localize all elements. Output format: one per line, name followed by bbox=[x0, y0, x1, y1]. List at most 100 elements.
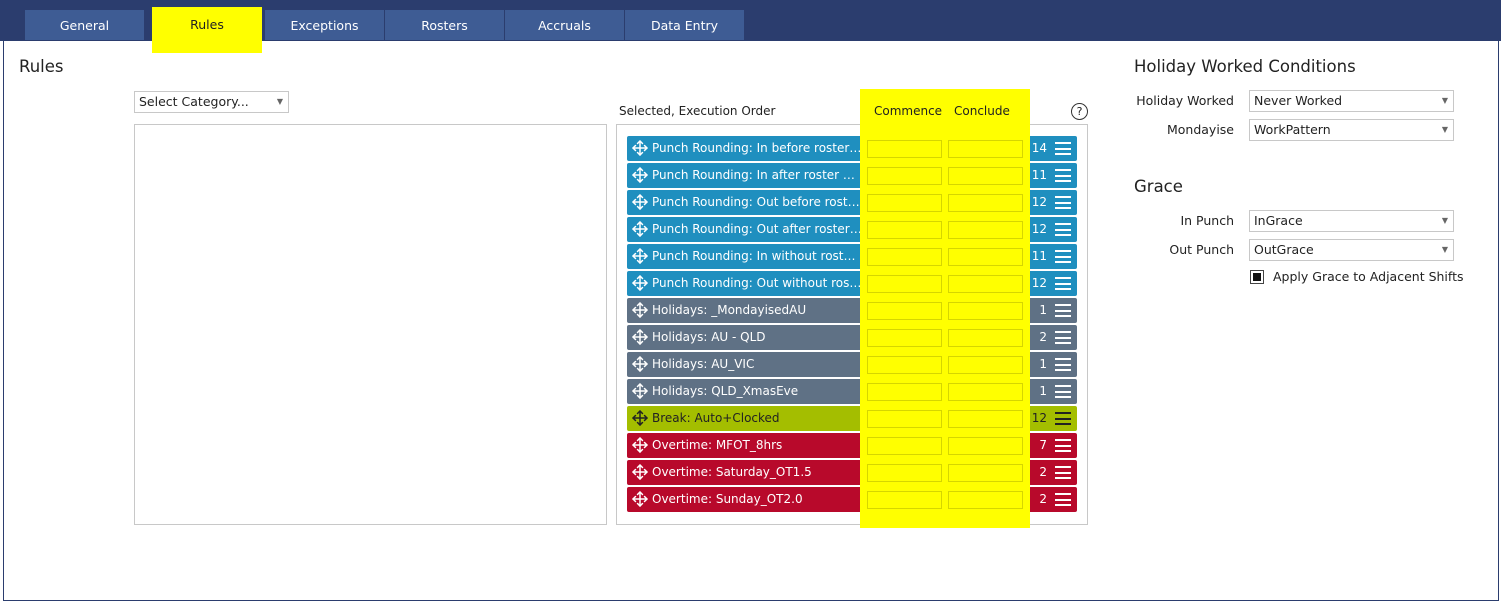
rules-title: Rules bbox=[19, 57, 64, 76]
tab-data-entry[interactable]: Data Entry bbox=[625, 10, 744, 40]
chevron-down-icon: ▼ bbox=[1441, 96, 1448, 105]
in-punch-label: In Punch bbox=[1180, 213, 1234, 228]
rule-row[interactable]: Overtime: Sunday_OT2.0 2 bbox=[627, 487, 1077, 512]
commence-input[interactable] bbox=[867, 194, 942, 212]
commence-input[interactable] bbox=[867, 491, 942, 509]
conclude-input[interactable] bbox=[948, 167, 1023, 185]
tab-exceptions[interactable]: Exceptions bbox=[265, 10, 384, 40]
hamburger-menu-icon[interactable] bbox=[1055, 196, 1071, 209]
drag-handle-icon[interactable] bbox=[631, 301, 649, 319]
conclude-input[interactable] bbox=[948, 383, 1023, 401]
holiday-worked-select[interactable]: Never Worked ▼ bbox=[1249, 90, 1454, 112]
tab-rosters[interactable]: Rosters bbox=[385, 10, 504, 40]
rule-count: 2 bbox=[1039, 330, 1047, 344]
conclude-input[interactable] bbox=[948, 329, 1023, 347]
hamburger-menu-icon[interactable] bbox=[1055, 466, 1071, 479]
rule-row[interactable]: Punch Rounding: Out after roster 6... 12 bbox=[627, 217, 1077, 242]
hamburger-menu-icon[interactable] bbox=[1055, 142, 1071, 155]
rule-name: Holidays: QLD_XmasEve bbox=[652, 384, 799, 398]
conclude-input[interactable] bbox=[948, 248, 1023, 266]
rule-row[interactable]: Holidays: AU_VIC 1 bbox=[627, 352, 1077, 377]
drag-handle-icon[interactable] bbox=[631, 436, 649, 454]
rule-row[interactable]: Holidays: AU - QLD 2 bbox=[627, 325, 1077, 350]
rule-row[interactable]: Holidays: QLD_XmasEve 1 bbox=[627, 379, 1077, 404]
conclude-input[interactable] bbox=[948, 410, 1023, 428]
hamburger-menu-icon[interactable] bbox=[1055, 304, 1071, 317]
out-punch-select[interactable]: OutGrace ▼ bbox=[1249, 239, 1454, 261]
out-punch-value: OutGrace bbox=[1254, 242, 1314, 257]
conclude-input[interactable] bbox=[948, 302, 1023, 320]
drag-handle-icon[interactable] bbox=[631, 139, 649, 157]
drag-handle-icon[interactable] bbox=[631, 193, 649, 211]
rule-row[interactable]: Overtime: MFOT_8hrs 7 bbox=[627, 433, 1077, 458]
hamburger-menu-icon[interactable] bbox=[1055, 385, 1071, 398]
commence-input[interactable] bbox=[867, 221, 942, 239]
rule-row[interactable]: Punch Rounding: In before roster 6... 14 bbox=[627, 136, 1077, 161]
conclude-input[interactable] bbox=[948, 356, 1023, 374]
holiday-worked-title: Holiday Worked Conditions bbox=[1134, 57, 1356, 76]
commence-input[interactable] bbox=[867, 356, 942, 374]
commence-input[interactable] bbox=[867, 275, 942, 293]
commence-input[interactable] bbox=[867, 248, 942, 266]
rule-count: 1 bbox=[1039, 303, 1047, 317]
conclude-input[interactable] bbox=[948, 491, 1023, 509]
drag-handle-icon[interactable] bbox=[631, 355, 649, 373]
rule-row[interactable]: Punch Rounding: Out without rost... 12 bbox=[627, 271, 1077, 296]
rule-row[interactable]: Holidays: _MondayisedAU 1 bbox=[627, 298, 1077, 323]
conclude-input[interactable] bbox=[948, 221, 1023, 239]
rule-row[interactable]: Punch Rounding: In after roster 6/3 11 bbox=[627, 163, 1077, 188]
out-punch-label: Out Punch bbox=[1169, 242, 1234, 257]
commence-input[interactable] bbox=[867, 437, 942, 455]
commence-input[interactable] bbox=[867, 383, 942, 401]
rule-row[interactable]: Break: Auto+Clocked 12 bbox=[627, 406, 1077, 431]
hamburger-menu-icon[interactable] bbox=[1055, 277, 1071, 290]
drag-handle-icon[interactable] bbox=[631, 220, 649, 238]
tab-general[interactable]: General bbox=[25, 10, 144, 40]
rule-count: 12 bbox=[1031, 411, 1047, 425]
drag-handle-icon[interactable] bbox=[631, 247, 649, 265]
rule-count: 12 bbox=[1031, 276, 1047, 290]
in-punch-select[interactable]: InGrace ▼ bbox=[1249, 210, 1454, 232]
conclude-input[interactable] bbox=[948, 194, 1023, 212]
conclude-input[interactable] bbox=[948, 437, 1023, 455]
commence-input[interactable] bbox=[867, 464, 942, 482]
rule-row[interactable]: Overtime: Saturday_OT1.5 2 bbox=[627, 460, 1077, 485]
commence-input[interactable] bbox=[867, 302, 942, 320]
rule-count: 1 bbox=[1039, 357, 1047, 371]
hamburger-menu-icon[interactable] bbox=[1055, 439, 1071, 452]
hamburger-menu-icon[interactable] bbox=[1055, 493, 1071, 506]
mondayise-select[interactable]: WorkPattern ▼ bbox=[1249, 119, 1454, 141]
drag-handle-icon[interactable] bbox=[631, 409, 649, 427]
apply-grace-adjacent-checkbox[interactable] bbox=[1250, 270, 1264, 284]
rule-name: Overtime: Saturday_OT1.5 bbox=[652, 465, 812, 479]
commence-input[interactable] bbox=[867, 140, 942, 158]
conclude-input[interactable] bbox=[948, 275, 1023, 293]
hamburger-menu-icon[interactable] bbox=[1055, 169, 1071, 182]
hamburger-menu-icon[interactable] bbox=[1055, 223, 1071, 236]
drag-handle-icon[interactable] bbox=[631, 328, 649, 346]
drag-handle-icon[interactable] bbox=[631, 463, 649, 481]
drag-handle-icon[interactable] bbox=[631, 382, 649, 400]
rule-name: Punch Rounding: In without roster ... bbox=[652, 249, 862, 263]
hamburger-menu-icon[interactable] bbox=[1055, 412, 1071, 425]
rule-name: Holidays: AU - QLD bbox=[652, 330, 766, 344]
drag-handle-icon[interactable] bbox=[631, 490, 649, 508]
rule-row[interactable]: Punch Rounding: Out before roster... 12 bbox=[627, 190, 1077, 215]
conclude-input[interactable] bbox=[948, 464, 1023, 482]
commence-input[interactable] bbox=[867, 410, 942, 428]
commence-input[interactable] bbox=[867, 329, 942, 347]
tab-accruals[interactable]: Accruals bbox=[505, 10, 624, 40]
conclude-input[interactable] bbox=[948, 140, 1023, 158]
category-select[interactable]: Select Category... ▼ bbox=[134, 91, 289, 113]
hamburger-menu-icon[interactable] bbox=[1055, 358, 1071, 371]
chevron-down-icon: ▼ bbox=[1441, 216, 1448, 225]
hamburger-menu-icon[interactable] bbox=[1055, 250, 1071, 263]
available-rules-list[interactable] bbox=[134, 124, 607, 525]
hamburger-menu-icon[interactable] bbox=[1055, 331, 1071, 344]
commence-input[interactable] bbox=[867, 167, 942, 185]
drag-handle-icon[interactable] bbox=[631, 166, 649, 184]
drag-handle-icon[interactable] bbox=[631, 274, 649, 292]
apply-grace-adjacent-label[interactable]: Apply Grace to Adjacent Shifts bbox=[1273, 269, 1464, 284]
help-icon[interactable]: ? bbox=[1071, 103, 1088, 120]
rule-row[interactable]: Punch Rounding: In without roster ... 11 bbox=[627, 244, 1077, 269]
